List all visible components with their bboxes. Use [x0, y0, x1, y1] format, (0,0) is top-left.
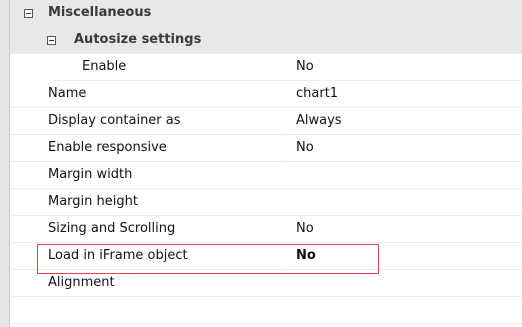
- collapse-icon[interactable]: [47, 36, 56, 45]
- left-gutter: [0, 0, 9, 327]
- property-name-cell: Alignment: [10, 270, 285, 297]
- property-value[interactable]: No: [296, 59, 314, 74]
- category-miscellaneous[interactable]: Miscellaneous: [10, 0, 522, 27]
- property-value[interactable]: No: [296, 221, 314, 236]
- property-row-margin-height[interactable]: Margin height: [10, 189, 522, 216]
- property-name: Load in iFrame object: [48, 248, 188, 263]
- property-name: Margin height: [48, 194, 138, 209]
- property-value-cell[interactable]: [286, 270, 522, 297]
- category-label: Autosize settings: [74, 32, 202, 47]
- property-value-cell[interactable]: No: [286, 135, 522, 162]
- property-row-name[interactable]: Name chart1: [10, 81, 522, 108]
- property-name-cell: Enable responsive: [10, 135, 285, 162]
- property-value[interactable]: chart1: [296, 86, 338, 101]
- property-row-empty: [10, 297, 522, 324]
- category-autosize-settings[interactable]: Autosize settings: [10, 27, 522, 54]
- category-label: Miscellaneous: [48, 5, 152, 20]
- property-value-cell[interactable]: No: [286, 216, 522, 243]
- property-value-cell[interactable]: [286, 162, 522, 189]
- property-name-cell: Enable: [54, 54, 285, 81]
- property-name: Enable: [82, 59, 127, 74]
- property-name-cell: Margin height: [10, 189, 285, 216]
- collapse-icon[interactable]: [24, 9, 33, 18]
- property-value[interactable]: Always: [296, 113, 342, 128]
- property-name-cell: Margin width: [10, 162, 285, 189]
- property-name: Enable responsive: [48, 140, 167, 155]
- property-name: Margin width: [48, 167, 133, 182]
- property-name: Sizing and Scrolling: [48, 221, 176, 236]
- property-row-enable[interactable]: Enable No: [10, 54, 522, 81]
- property-name: Alignment: [48, 275, 115, 290]
- property-row-enable-responsive[interactable]: Enable responsive No: [10, 135, 522, 162]
- property-value-cell[interactable]: No: [286, 54, 522, 81]
- property-row-load-iframe[interactable]: Load in iFrame object No: [10, 243, 522, 270]
- property-row-alignment[interactable]: Alignment: [10, 270, 522, 297]
- property-row-sizing-scrolling[interactable]: Sizing and Scrolling No: [10, 216, 522, 243]
- property-value-cell[interactable]: chart1: [286, 81, 522, 108]
- property-name-cell: Sizing and Scrolling: [10, 216, 285, 243]
- property-name-cell: Name: [10, 81, 285, 108]
- property-grid: Miscellaneous Autosize settings Enable N…: [0, 0, 522, 327]
- property-name: Display container as: [48, 113, 181, 128]
- property-name: Name: [48, 86, 87, 101]
- property-name-cell: Display container as: [10, 108, 285, 135]
- property-value[interactable]: No: [296, 248, 316, 263]
- property-name-cell: Load in iFrame object: [10, 243, 285, 270]
- property-value-cell[interactable]: [286, 189, 522, 216]
- property-row-margin-width[interactable]: Margin width: [10, 162, 522, 189]
- property-name-cell: [10, 297, 285, 324]
- property-value[interactable]: No: [296, 140, 314, 155]
- property-value-cell: [286, 297, 522, 324]
- property-row-display-container[interactable]: Display container as Always: [10, 108, 522, 135]
- property-value-cell[interactable]: Always: [286, 108, 522, 135]
- property-value-cell[interactable]: No: [286, 243, 522, 270]
